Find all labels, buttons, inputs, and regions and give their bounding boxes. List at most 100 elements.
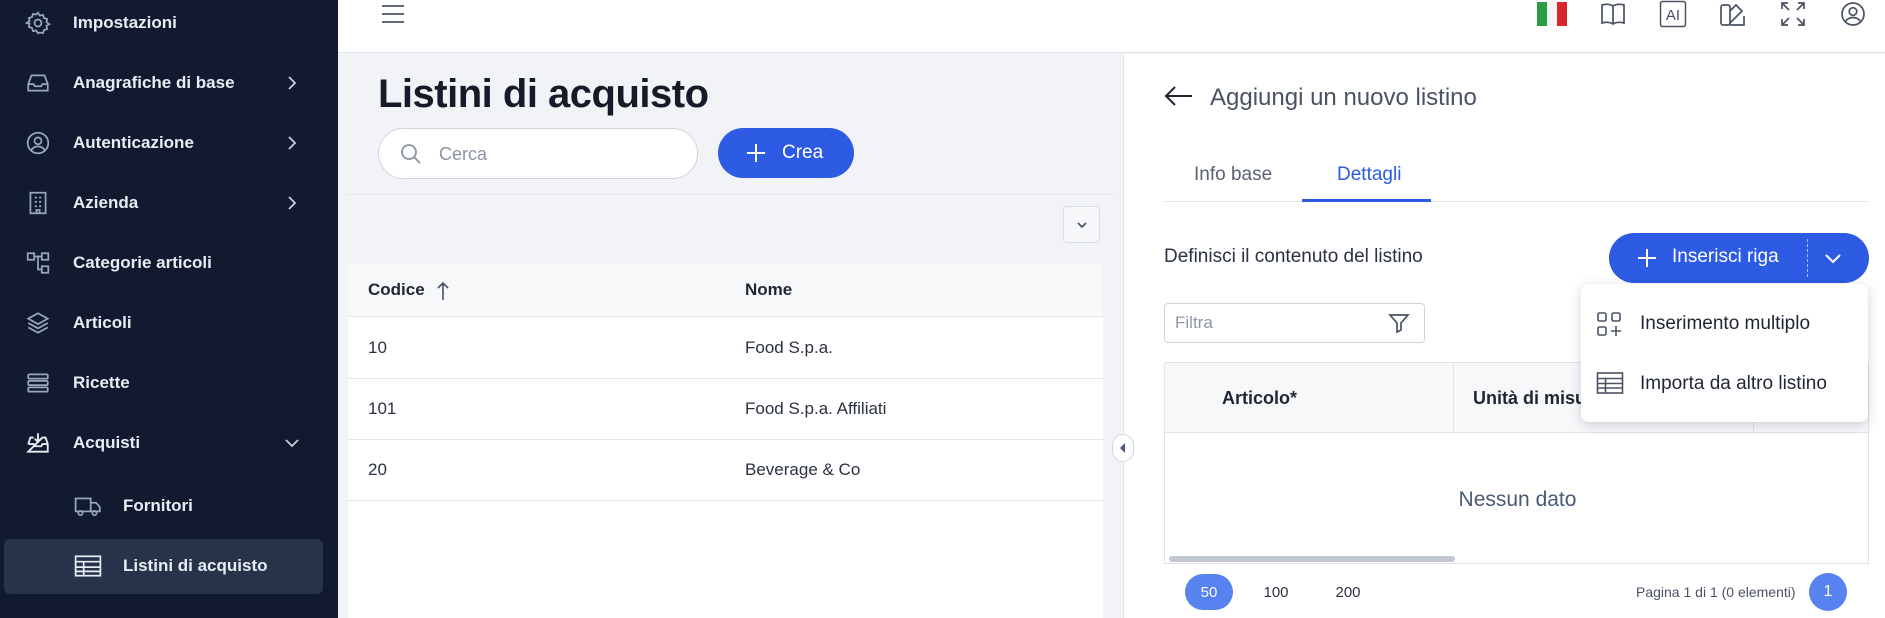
- sidebar-item-categorie[interactable]: Categorie articoli: [0, 235, 338, 291]
- tab-info-base[interactable]: Info base: [1194, 164, 1272, 186]
- page-size-50[interactable]: 50: [1185, 574, 1233, 610]
- insert-options-menu: Inserimento multiplo Importa da altro li…: [1581, 284, 1868, 422]
- truck-icon: [74, 492, 102, 520]
- sidebar-item-label: Acquisti: [73, 433, 141, 452]
- table-icon: [1596, 371, 1624, 400]
- column-header-nome[interactable]: Nome: [745, 280, 792, 300]
- ai-icon[interactable]: AI: [1658, 0, 1688, 28]
- search-field[interactable]: [378, 128, 698, 179]
- column-divider: [1453, 363, 1454, 433]
- grid-toolbar: [348, 194, 1113, 262]
- table-row[interactable]: 10 Food S.p.a.: [348, 318, 1103, 379]
- user-circle-icon: [24, 129, 52, 157]
- cell-code: 20: [368, 460, 387, 479]
- panel-title: Aggiungi un nuovo listino: [1210, 84, 1477, 111]
- topbar: AI: [338, 0, 1885, 53]
- italy-flag-icon[interactable]: [1537, 0, 1567, 28]
- page-size-200[interactable]: 200: [1324, 574, 1372, 610]
- palette-icon[interactable]: [1718, 0, 1748, 28]
- column-header-articolo[interactable]: Articolo*: [1222, 388, 1297, 409]
- chevron-down-icon: [285, 439, 299, 448]
- sidebar-item-acquisti[interactable]: Acquisti: [0, 415, 338, 471]
- gear-icon: [24, 9, 52, 37]
- cell-name: Beverage & Co: [745, 460, 861, 479]
- sidebar-item-autenticazione[interactable]: Autenticazione: [0, 115, 338, 171]
- create-button-label: Crea: [782, 142, 824, 163]
- split-divider: [1807, 239, 1808, 277]
- tab-bar: Info base Dettagli: [1164, 150, 1867, 202]
- menu-item-label: Importa da altro listino: [1640, 373, 1827, 394]
- sidebar: Impostazioni Anagrafiche di base Autenti…: [0, 0, 338, 618]
- layers-icon: [24, 309, 52, 337]
- table-row[interactable]: 20 Beverage & Co: [348, 440, 1103, 501]
- insert-row-split-button: Inserisci riga: [1609, 233, 1869, 283]
- list-icon: [24, 369, 52, 397]
- menu-item-inserimento-multiplo[interactable]: Inserimento multiplo: [1581, 295, 1868, 351]
- insert-options-toggle[interactable]: [1822, 247, 1844, 274]
- horizontal-scrollbar[interactable]: [1169, 556, 1455, 562]
- create-button[interactable]: Crea: [718, 128, 854, 178]
- table-row[interactable]: 101 Food S.p.a. Affiliati: [348, 379, 1103, 440]
- chevron-right-icon: [288, 196, 297, 210]
- chevron-right-icon: [288, 136, 297, 150]
- sidebar-item-label: Impostazioni: [73, 13, 177, 32]
- collapse-panel-handle[interactable]: [1112, 434, 1134, 462]
- expand-options-button[interactable]: [1063, 206, 1100, 243]
- page-number-1[interactable]: 1: [1809, 573, 1847, 611]
- table-icon: [74, 552, 102, 580]
- search-icon: [399, 142, 423, 171]
- column-header-codice[interactable]: Codice: [368, 280, 425, 300]
- table-header: Codice Nome: [348, 263, 1103, 317]
- sidebar-item-impostazioni[interactable]: Impostazioni: [0, 0, 338, 51]
- sidebar-item-articoli[interactable]: Articoli: [0, 295, 338, 351]
- cell-code: 10: [368, 338, 387, 357]
- page-size-100[interactable]: 100: [1252, 574, 1300, 610]
- filter-funnel-icon[interactable]: [1388, 312, 1410, 339]
- cell-code: 101: [368, 399, 397, 418]
- fullscreen-icon[interactable]: [1778, 0, 1808, 28]
- filter-field[interactable]: [1164, 303, 1425, 343]
- chevron-down-icon: [1825, 254, 1841, 264]
- sidebar-item-ricette[interactable]: Ricette: [0, 355, 338, 411]
- back-arrow-icon[interactable]: [1164, 84, 1194, 113]
- plus-icon: [1637, 248, 1657, 273]
- page-info: Pagina 1 di 1 (0 elementi): [1636, 584, 1796, 600]
- cell-name: Food S.p.a.: [745, 338, 833, 357]
- sidebar-item-label: Ricette: [73, 373, 130, 392]
- section-label: Definisci il contenuto del listino: [1164, 246, 1423, 267]
- search-input[interactable]: [439, 141, 679, 167]
- tab-dettagli[interactable]: Dettagli: [1337, 164, 1401, 186]
- price-lists-table: Codice Nome 10 Food S.p.a. 101 Food S.p.…: [348, 263, 1103, 618]
- building-icon: [24, 189, 52, 217]
- grid-plus-icon: [1596, 311, 1624, 342]
- sidebar-item-label: Autenticazione: [73, 133, 194, 152]
- empty-state-text: Nessun dato: [1458, 488, 1577, 511]
- user-account-icon[interactable]: [1838, 0, 1868, 28]
- sidebar-item-anagrafiche[interactable]: Anagrafiche di base: [0, 55, 338, 111]
- sidebar-item-listini-acquisto[interactable]: Listini di acquisto: [0, 538, 338, 594]
- chevron-down-icon: [1076, 221, 1087, 228]
- page-title: Listini di acquisto: [378, 72, 709, 116]
- caret-left-icon: [1120, 443, 1125, 453]
- filter-input[interactable]: [1175, 312, 1375, 334]
- active-tab-indicator: [1302, 199, 1431, 202]
- hierarchy-icon: [24, 249, 52, 277]
- sort-ascending-icon[interactable]: [436, 281, 450, 301]
- plus-icon: [746, 143, 766, 168]
- sidebar-item-label: Listini di acquisto: [123, 556, 268, 575]
- sidebar-item-azienda[interactable]: Azienda: [0, 175, 338, 231]
- book-icon[interactable]: [1598, 0, 1628, 28]
- chevron-right-icon: [288, 76, 297, 90]
- menu-item-importa-listino[interactable]: Importa da altro listino: [1581, 355, 1868, 411]
- sidebar-item-label: Categorie articoli: [73, 253, 212, 272]
- sidebar-item-label: Anagrafiche di base: [73, 73, 235, 92]
- menu-item-label: Inserimento multiplo: [1640, 313, 1811, 334]
- list-panel: Listini di acquisto Crea Codice Nome 10 …: [338, 54, 1123, 618]
- insert-row-button[interactable]: Inserisci riga: [1672, 246, 1779, 268]
- sidebar-item-label: Azienda: [73, 193, 139, 212]
- sidebar-item-label: Articoli: [73, 313, 132, 332]
- menu-icon[interactable]: [378, 0, 408, 28]
- inbox-icon: [24, 69, 52, 97]
- inbox-download-icon: [24, 429, 52, 457]
- sidebar-item-fornitori[interactable]: Fornitori: [0, 478, 338, 534]
